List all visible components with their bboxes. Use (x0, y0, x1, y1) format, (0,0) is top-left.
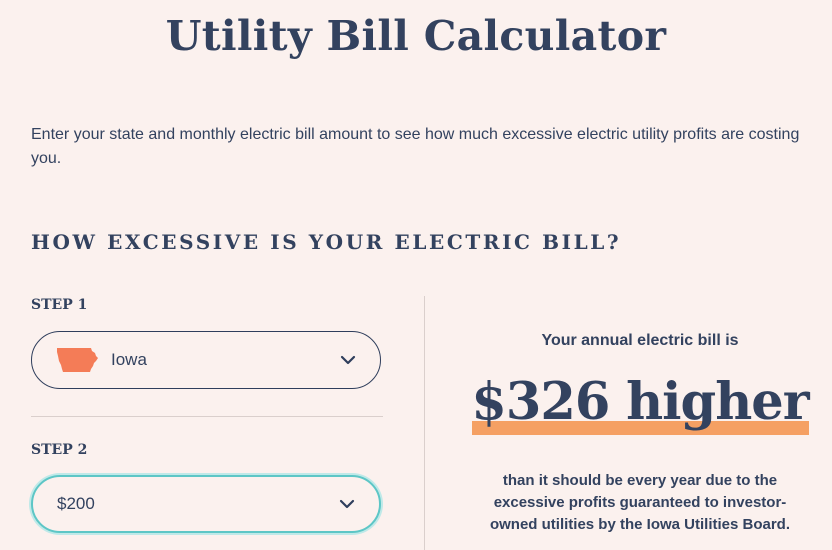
iowa-state-shape-icon (57, 348, 98, 372)
result-amount: $326 higher (471, 372, 809, 432)
chevron-down-icon (339, 499, 355, 509)
column-divider (424, 296, 425, 550)
step-divider (31, 416, 383, 417)
state-select[interactable]: Iowa (31, 331, 381, 389)
selected-state: Iowa (111, 350, 147, 369)
selected-bill-amount: $200 (57, 494, 95, 513)
chevron-down-icon (340, 355, 356, 365)
step-1-label: STEP 1 (31, 297, 88, 313)
result-amount-block: $326 higher (470, 372, 810, 442)
result-explanation: than it should be every year due to the … (489, 472, 791, 533)
intro-text: Enter your state and monthly electric bi… (31, 126, 800, 167)
page-title: Utility Bill Calculator (165, 12, 667, 60)
calculator-heading: How excessive is your electric bill? (31, 230, 622, 254)
result-lead-text: Your annual electric bill is (541, 332, 739, 349)
step-2-label: STEP 2 (31, 442, 88, 458)
bill-amount-select[interactable]: $200 (31, 475, 381, 533)
